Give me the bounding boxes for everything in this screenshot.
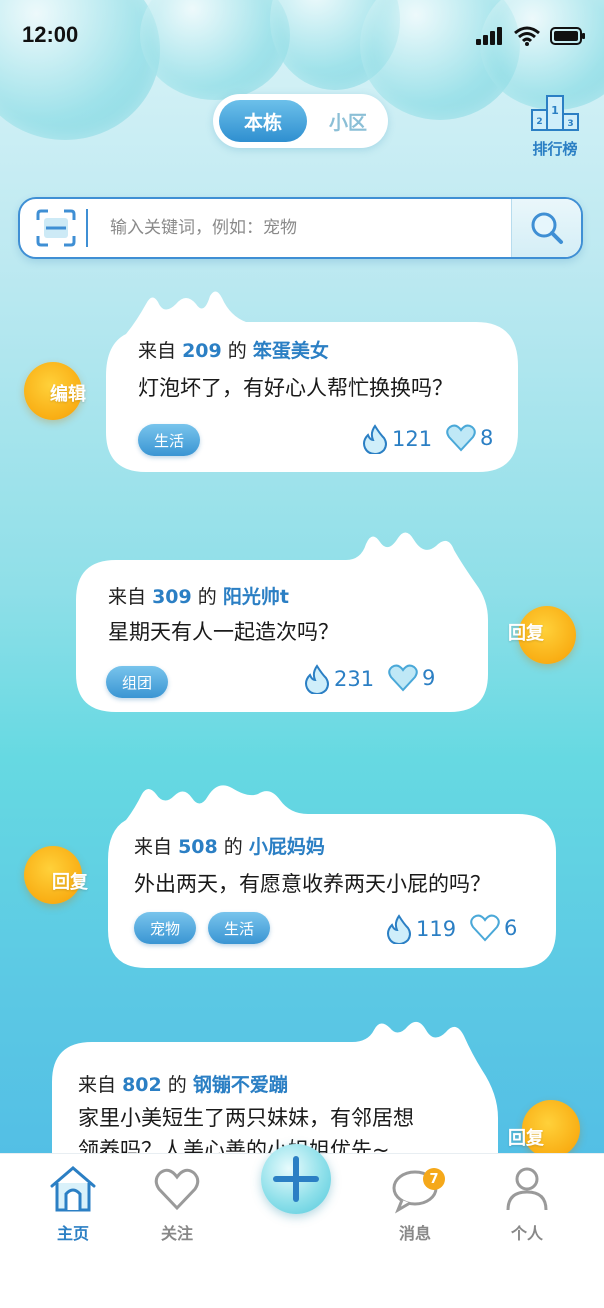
author-name[interactable]: 钢镚不爱蹦 <box>193 1074 288 1096</box>
search-icon <box>531 212 563 244</box>
like-count[interactable]: 9 <box>388 664 435 692</box>
post-content-line1: 家里小美短生了两只妹妹，有邻居想 <box>78 1106 414 1130</box>
search-bar <box>18 197 583 259</box>
hot-value: 231 <box>334 667 375 691</box>
wifi-icon <box>514 26 540 46</box>
from-label: 来自 <box>108 586 147 608</box>
heart-icon <box>388 664 418 692</box>
of-label: 的 <box>197 586 217 608</box>
post-meta: 来自 209 的 笨蛋美女 <box>138 336 329 363</box>
app-screen: 12:00 本栋 小区 1 2 3 排行榜 输入关键词，例如：宠物 来自 209… <box>0 0 604 1308</box>
flame-icon <box>305 664 329 694</box>
tab-follow-label: 关注 <box>160 1224 193 1243</box>
scope-tab-community[interactable]: 小区 <box>313 100 383 142</box>
of-label: 的 <box>223 836 243 858</box>
hot-value: 119 <box>416 917 457 941</box>
reply-button[interactable]: 回复 <box>52 868 88 894</box>
post-meta: 来自 802 的 钢镚不爱蹦 <box>78 1070 288 1097</box>
tab-home-label: 主页 <box>56 1224 89 1243</box>
hot-count: 231 <box>304 664 374 694</box>
scan-icon[interactable] <box>34 208 78 248</box>
status-time: 12:00 <box>22 22 79 47</box>
svg-text:3: 3 <box>567 119 573 129</box>
building-number: 309 <box>152 586 192 608</box>
of-label: 的 <box>227 340 247 362</box>
ranking-label: 排行榜 <box>532 140 578 158</box>
tab-profile-label: 个人 <box>510 1224 543 1243</box>
person-icon <box>506 1167 548 1211</box>
author-name[interactable]: 笨蛋美女 <box>253 340 329 362</box>
tab-messages-label: 消息 <box>398 1224 431 1243</box>
plus-icon <box>273 1156 319 1202</box>
decor-bubble <box>0 0 160 140</box>
hot-value: 121 <box>392 427 433 451</box>
hot-count: 121 <box>362 424 432 454</box>
scope-toggle: 本栋 小区 <box>213 94 388 148</box>
from-label: 来自 <box>78 1074 117 1096</box>
tab-home[interactable]: 主页 <box>33 1164 113 1244</box>
tag-chip[interactable]: 组团 <box>106 666 169 698</box>
search-input[interactable] <box>110 211 500 245</box>
status-bar: 12:00 <box>0 22 604 52</box>
scope-tab-building[interactable]: 本栋 <box>219 100 307 142</box>
tab-profile[interactable]: 个人 <box>487 1164 567 1244</box>
reply-button[interactable]: 回复 <box>508 1124 544 1150</box>
like-value: 9 <box>422 666 436 690</box>
like-value: 6 <box>504 916 518 940</box>
podium-icon: 1 2 3 <box>531 95 579 131</box>
from-label: 来自 <box>138 340 177 362</box>
search-button[interactable] <box>511 199 581 257</box>
of-label: 的 <box>167 1074 187 1096</box>
svg-text:2: 2 <box>536 117 542 127</box>
signal-icon <box>476 27 502 45</box>
search-divider <box>86 209 88 247</box>
tag-chip[interactable]: 生活 <box>138 424 201 456</box>
status-icons <box>476 26 586 46</box>
like-value: 8 <box>480 426 494 450</box>
flame-icon <box>387 914 411 944</box>
messages-badge: 7 <box>423 1168 445 1190</box>
building-number: 802 <box>122 1074 162 1096</box>
tag-chip[interactable]: 生活 <box>208 912 271 944</box>
building-number: 209 <box>182 340 222 362</box>
post-meta: 来自 309 的 阳光帅t <box>108 582 289 609</box>
flame-icon <box>363 424 387 454</box>
like-count[interactable]: 6 <box>470 914 517 942</box>
post-card[interactable]: 来自 309 的 阳光帅t 星期天有人一起造次吗？ 组团 231 9 <box>76 524 488 712</box>
ranking-button[interactable]: 1 2 3 排行榜 <box>526 92 584 158</box>
edit-button[interactable]: 编辑 <box>50 380 86 406</box>
post-card[interactable]: 来自 508 的 小屁妈妈 外出两天，有愿意收养两天小屁的吗？ 宠物 生活 11… <box>108 780 556 968</box>
tag-chip[interactable]: 宠物 <box>134 912 197 944</box>
home-icon <box>50 1166 96 1212</box>
heart-outline-icon <box>154 1168 200 1211</box>
post-content: 星期天有人一起造次吗？ <box>108 620 339 644</box>
building-number: 508 <box>178 836 218 858</box>
hot-count: 119 <box>386 914 456 944</box>
post-content: 外出两天，有愿意收养两天小屁的吗？ <box>134 872 491 896</box>
heart-icon <box>470 914 500 942</box>
battery-icon <box>550 27 585 45</box>
from-label: 来自 <box>134 836 173 858</box>
heart-icon <box>446 424 476 452</box>
author-name[interactable]: 小屁妈妈 <box>249 836 325 858</box>
author-name[interactable]: 阳光帅t <box>223 586 289 608</box>
create-post-button[interactable] <box>261 1144 331 1214</box>
tab-follow[interactable]: 关注 <box>137 1164 217 1244</box>
post-card[interactable]: 来自 209 的 笨蛋美女 灯泡坏了，有好心人帮忙换换吗？ 生活 121 8 <box>106 286 518 472</box>
post-meta: 来自 508 的 小屁妈妈 <box>134 832 325 859</box>
post-content: 灯泡坏了，有好心人帮忙换换吗？ <box>138 376 453 400</box>
like-count[interactable]: 8 <box>446 424 493 452</box>
svg-text:1: 1 <box>551 104 559 117</box>
reply-button[interactable]: 回复 <box>508 619 544 645</box>
